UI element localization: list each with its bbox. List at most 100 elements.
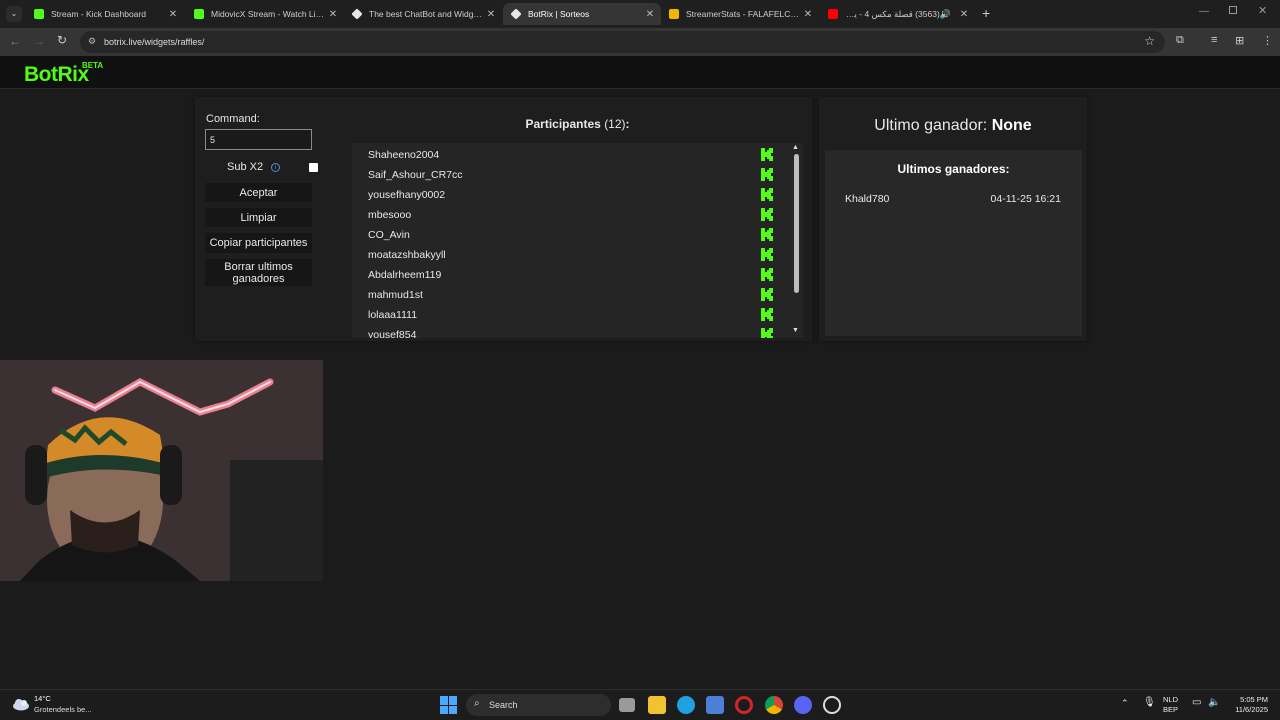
bookmark-star-icon[interactable]: ☆ — [1144, 34, 1155, 48]
discord-icon[interactable] — [794, 696, 812, 714]
tab-title: BotRix | Sorteos — [528, 9, 590, 19]
scroll-up-icon[interactable]: ▲ — [792, 144, 799, 151]
participants-title: Participantes (12): — [450, 117, 705, 131]
keyboard-layout: BEP — [1163, 705, 1179, 714]
tab-streamerstats[interactable]: StreamerStats - FALAFELCO Profile ✕ — [661, 3, 819, 25]
tab-title: MidovicX Stream - Watch Live on Kick — [211, 9, 326, 19]
kick-icon — [761, 188, 773, 201]
participant-name: Saif_Ashour_CR7cc — [368, 169, 463, 181]
edge-icon[interactable] — [677, 696, 695, 714]
taskbar-search[interactable]: ⌕ Search — [466, 694, 611, 716]
microphone-icon[interactable]: 🎙 — [1143, 697, 1156, 708]
kick-icon — [34, 9, 44, 19]
site-header: BotRix BETA — [0, 56, 1280, 89]
scroll-down-icon[interactable]: ▼ — [792, 327, 799, 334]
url-text: botrix.live/widgets/raffles/ — [104, 37, 205, 47]
windows-start-icon[interactable] — [440, 696, 458, 714]
language-code: NLD — [1163, 695, 1179, 704]
store-icon[interactable] — [706, 696, 724, 714]
clear-button[interactable]: Limpiar — [205, 208, 312, 227]
info-icon[interactable]: i — [271, 163, 280, 172]
site-info-icon[interactable]: ⚙ — [88, 36, 96, 47]
close-icon[interactable]: ✕ — [957, 9, 971, 20]
address-bar[interactable]: ⚙ botrix.live/widgets/raffles/ ☆ — [80, 31, 1165, 53]
botrix-icon — [351, 8, 363, 20]
close-icon[interactable]: ✕ — [484, 9, 498, 20]
tab-kick-dashboard[interactable]: Stream - Kick Dashboard ✕ — [26, 3, 184, 25]
restore-icon[interactable] — [1229, 6, 1237, 14]
search-icon: ⌕ — [474, 698, 480, 709]
winner-date: 04-11-25 16:21 — [990, 193, 1061, 205]
participants-suffix: : — [625, 117, 630, 131]
kick-icon — [761, 228, 773, 241]
close-icon[interactable]: ✕ — [166, 9, 180, 20]
tray-overflow-icon[interactable]: ⌃ — [1121, 698, 1129, 709]
toolbar: ← → ↻ ⚙ botrix.live/widgets/raffles/ ☆ ⧉… — [0, 28, 1280, 56]
kick-icon — [761, 168, 773, 181]
system-clock[interactable]: 5:05 PM 11/6/2025 — [1235, 695, 1268, 715]
back-icon[interactable]: ← — [9, 34, 21, 48]
close-icon[interactable]: ✕ — [326, 9, 340, 20]
weather-condition: Grotendeels be... — [34, 705, 92, 714]
reload-icon[interactable]: ↻ — [57, 33, 67, 47]
search-label: Search — [489, 700, 518, 710]
close-icon[interactable]: ✕ — [643, 9, 657, 20]
weather-cloud-icon[interactable] — [12, 697, 30, 711]
kick-icon — [761, 328, 773, 338]
tab-midovicx-stream[interactable]: MidovicX Stream - Watch Live on Kick ✕ — [186, 3, 344, 25]
webcam-scene — [0, 360, 323, 581]
forward-icon[interactable]: → — [33, 34, 45, 48]
clock-time: 5:05 PM — [1240, 695, 1268, 704]
menu-icon[interactable]: ⋮ — [1262, 34, 1273, 47]
webcam-video — [0, 360, 323, 581]
clock-date: 11/6/2025 — [1235, 705, 1268, 714]
participants-label: Participantes — [525, 117, 601, 131]
command-input[interactable] — [205, 129, 312, 150]
tab-botrix-home[interactable]: The best ChatBot and Widgets ✕ — [344, 3, 502, 25]
media-controls-icon[interactable]: ≡ — [1211, 34, 1217, 46]
minimize-icon[interactable]: — — [1199, 6, 1209, 17]
participant-name: moatazshbakyyll — [368, 249, 446, 261]
winners-list: Ultimos ganadores: Khald780 04-11-25 16:… — [825, 150, 1082, 336]
botrix-logo[interactable]: BotRix — [24, 63, 89, 87]
tab-title: (3563) قصلة مكس 4 - يعني — [845, 8, 940, 19]
input-language[interactable]: NLD BEP — [1163, 695, 1178, 715]
file-explorer-icon[interactable] — [648, 696, 666, 714]
speaker-icon[interactable]: 🔊 — [940, 9, 951, 20]
botrix-icon — [510, 8, 522, 20]
command-label: Command: — [206, 113, 260, 125]
tab-youtube[interactable]: (3563) قصلة مكس 4 - يعني 🔊 ✕ — [820, 3, 975, 25]
tab-search-button[interactable]: ⌄ — [6, 6, 22, 22]
participant-name: yousefhany0002 — [368, 189, 446, 201]
close-window-icon[interactable]: ✕ — [1258, 4, 1267, 17]
volume-icon[interactable]: 🔈 — [1208, 697, 1220, 708]
task-view-icon[interactable] — [619, 698, 635, 712]
kick-icon — [761, 288, 773, 301]
taskbar: 14°C Grotendeels be... ⌕ Search ⌃ 🎙 NLD … — [0, 689, 1280, 720]
opera-icon[interactable] — [735, 696, 753, 714]
accept-button[interactable]: Aceptar — [205, 183, 312, 202]
participant-name: mbesooo — [368, 209, 412, 221]
close-icon[interactable]: ✕ — [801, 9, 815, 20]
extensions-icon[interactable]: ⧉ — [1176, 34, 1184, 47]
copy-participants-button[interactable]: Copiar participantes — [205, 233, 312, 253]
kick-icon — [761, 208, 773, 221]
monitor-icon[interactable]: ▭ — [1192, 697, 1201, 708]
kick-icon — [761, 248, 773, 261]
new-tab-button[interactable]: + — [982, 5, 990, 21]
delete-last-winners-button[interactable]: Borrar ultimos ganadores — [205, 259, 312, 286]
weather-temperature: 14°C — [34, 694, 51, 703]
tab-botrix-sorteos[interactable]: BotRix | Sorteos ✕ — [503, 3, 661, 25]
kick-icon — [761, 308, 773, 321]
last-winner-value: None — [991, 117, 1032, 134]
tab-title: The best ChatBot and Widgets — [369, 9, 484, 19]
participants-list[interactable]: Shaheeno2004 Saif_Ashour_CR7cc yousefhan… — [352, 143, 803, 338]
participant-name: yousef854 — [368, 329, 417, 338]
participant-name: CO_Avin — [368, 229, 410, 241]
translate-icon[interactable]: ⊞ — [1235, 34, 1244, 47]
participant-name: mahmud1st — [368, 289, 423, 301]
scroll-thumb[interactable] — [794, 154, 799, 293]
obs-icon[interactable] — [823, 696, 841, 714]
chrome-icon[interactable] — [765, 696, 783, 714]
sub-x2-checkbox[interactable] — [309, 163, 318, 172]
